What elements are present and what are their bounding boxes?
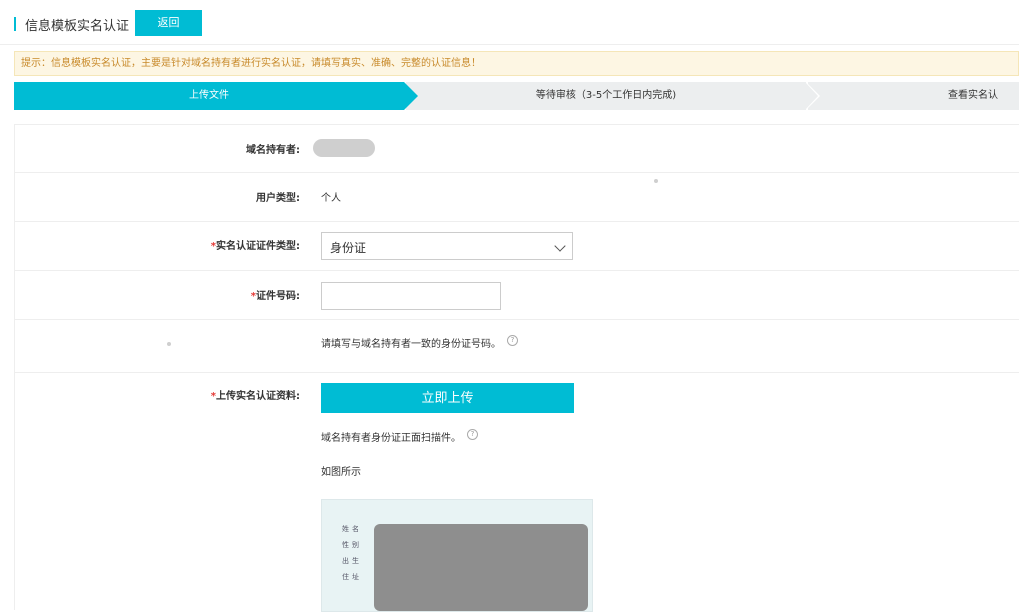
step-label: 查看实名认 [948,90,998,101]
step-view-result: 查看实名认 [808,82,1019,110]
card-field-label: 住址 [342,573,362,581]
notice-banner: 提示：信息模板实名认证，主要是针对域名持有者进行实名认证，请填写真实、准确、完整… [14,51,1019,76]
card-field-label: 出生 [342,557,362,565]
card-field-label: 性别 [342,541,362,549]
id-card-example-image: 姓名 性别 出生 住址 [321,499,593,612]
upload-hint-text: 域名持有者身份证正面扫描件。 [321,433,461,444]
row-id-number: *证件号码: [15,271,1019,320]
example-caption: 如图所示 [321,467,361,478]
progress-steps: 等待审核（3-5个工作日内完成) 查看实名认 上传文件 [14,82,1019,110]
page-header: 信息模板实名认证 返回 [0,0,1019,45]
chevron-down-icon [554,240,566,252]
page-title: 信息模板实名认证 [25,19,130,34]
id-number-input[interactable] [321,282,501,310]
card-field-label: 姓名 [342,525,362,533]
step-arrow [404,82,418,110]
id-type-label: *实名认证证件类型: [211,237,300,252]
holder-label: 域名持有者: [246,145,300,156]
id-number-label: *证件号码: [251,287,300,302]
upload-now-button[interactable]: 立即上传 [321,383,574,413]
row-user-type: 用户类型: 个人 [15,173,1019,222]
id-hint: 请填写与域名持有者一致的身份证号码。? [321,335,518,350]
title-accent-bar [14,17,16,31]
id-hint-text: 请填写与域名持有者一致的身份证号码。 [321,339,501,350]
row-id-hint: 请填写与域名持有者一致的身份证号码。? [15,320,1019,373]
step-label: 等待审核（3-5个工作日内完成) [535,90,677,101]
upload-label: *上传实名认证资料: [211,387,300,402]
row-domain-holder: 域名持有者: [15,125,1019,173]
id-type-label-text: 实名认证证件类型: [216,241,300,252]
step-waiting-review: 等待审核（3-5个工作日内完成) [406,82,806,110]
verification-form: 域名持有者: 用户类型: 个人 *实名认证证件类型: 身份证 *证件号码: 请填… [14,124,1019,612]
upload-hint: 域名持有者身份证正面扫描件。? [321,429,478,444]
help-icon[interactable]: ? [507,335,518,346]
step-label: 上传文件 [189,90,229,101]
id-type-select[interactable]: 身份证 [321,232,573,260]
redacted-holder-name [313,139,375,157]
id-type-selected: 身份证 [330,241,367,255]
id-number-label-text: 证件号码: [256,291,300,302]
user-type-value: 个人 [321,193,341,204]
stray-dot [654,179,658,183]
upload-label-text: 上传实名认证资料: [216,391,300,402]
help-icon[interactable]: ? [467,429,478,440]
stray-dot [167,342,171,346]
user-type-label: 用户类型: [256,193,300,204]
back-button[interactable]: 返回 [135,10,202,36]
redacted-card-details [374,524,588,611]
step-upload-file: 上传文件 [14,82,418,110]
step-separator [805,82,818,110]
